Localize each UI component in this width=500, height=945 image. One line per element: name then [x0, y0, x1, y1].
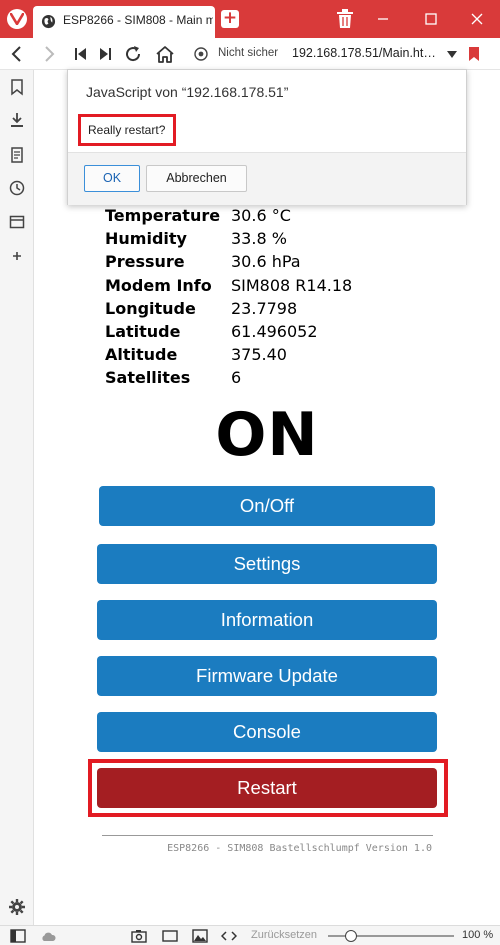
dialog-message-highlight: Really restart? — [78, 114, 176, 146]
downloads-icon[interactable] — [8, 111, 26, 129]
minimize-icon[interactable] — [370, 6, 396, 32]
tab-bar: ESP8266 - SIM808 - Main me + — [0, 0, 500, 38]
sensor-row: Latitude 61.496052 — [105, 322, 352, 345]
security-label: Nicht sicher — [218, 47, 279, 59]
code-icon[interactable] — [221, 929, 237, 943]
sensor-label: Pressure — [105, 252, 185, 272]
sensor-value: SIM808 R14.18 — [231, 275, 353, 295]
address-bar: Nicht sicher 192.168.178.51/Main.ht… — [0, 38, 500, 70]
active-tab[interactable]: ESP8266 - SIM808 - Main me — [33, 6, 215, 38]
status-bar: Zurücksetzen 100 % — [0, 925, 500, 945]
sensor-label: Humidity — [105, 229, 187, 249]
sensor-value: 61.496052 — [231, 321, 318, 341]
sensor-value: 375.40 — [231, 345, 287, 365]
firmware-update-button[interactable]: Firmware Update — [97, 656, 437, 696]
sensor-value: 6 — [231, 368, 242, 388]
sensor-row: Satellites 6 — [105, 368, 352, 391]
site-info-icon[interactable] — [194, 47, 208, 61]
url-text[interactable]: 192.168.178.51/Main.ht… — [292, 46, 442, 60]
bookmarks-icon[interactable] — [8, 78, 26, 96]
reload-icon[interactable] — [122, 43, 144, 65]
footer-version: ESP8266 - SIM808 Bastellschlumpf Version… — [167, 843, 432, 854]
chevron-down-icon[interactable] — [446, 49, 458, 59]
sensor-label: Latitude — [105, 321, 181, 341]
sensor-label: Modem Info — [105, 275, 212, 295]
notes-icon[interactable] — [8, 146, 26, 164]
camera-icon[interactable] — [131, 929, 147, 943]
sensor-value: 33.8 % — [231, 229, 287, 249]
ok-button[interactable]: OK — [84, 165, 140, 192]
history-icon[interactable] — [8, 179, 26, 197]
forward-icon[interactable] — [38, 43, 60, 65]
sensor-value: 30.6 °C — [231, 206, 291, 225]
sensor-table: Temperature 30.6 °C Humidity 33.8 % Pressure… — [105, 206, 352, 392]
tab-title: ESP8266 - SIM808 - Main me — [63, 13, 213, 27]
dialog-footer: OK Abbrechen — [68, 152, 466, 205]
sensor-row: Humidity 33.8 % — [105, 229, 352, 252]
dialog-message: Really restart? — [88, 123, 166, 137]
window-panel-icon[interactable] — [8, 213, 26, 231]
rewind-icon[interactable] — [70, 43, 92, 65]
close-icon[interactable] — [464, 6, 490, 32]
url-field[interactable]: Nicht sicher 192.168.178.51/Main.ht… — [186, 41, 494, 67]
sensor-label: Longitude — [105, 298, 196, 318]
tiling-icon[interactable] — [162, 929, 178, 943]
trash-icon[interactable] — [336, 9, 354, 29]
home-icon[interactable] — [154, 43, 176, 65]
sensor-row: Modem Info SIM808 R14.18 — [105, 276, 352, 299]
settings-button[interactable]: Settings — [97, 544, 437, 584]
sensor-row: Altitude 375.40 — [105, 345, 352, 368]
sensor-value: 23.7798 — [231, 298, 298, 318]
zoom-slider-thumb[interactable] — [345, 930, 358, 942]
image-icon[interactable] — [192, 929, 208, 943]
back-icon[interactable] — [6, 43, 28, 65]
fast-forward-icon[interactable] — [94, 43, 116, 65]
zoom-slider[interactable] — [328, 930, 454, 942]
zoom-level: 100 % — [462, 929, 494, 941]
sensor-label: Temperature — [105, 206, 221, 225]
on-off-button[interactable]: On/Off — [99, 486, 435, 526]
panel-toggle-icon[interactable] — [10, 929, 26, 943]
cancel-button[interactable]: Abbrechen — [146, 165, 247, 192]
zoom-reset-label[interactable]: Zurücksetzen — [251, 929, 317, 941]
settings-gear-icon[interactable] — [8, 898, 26, 916]
power-state: ON — [215, 400, 319, 470]
dialog-title: JavaScript von “192.168.178.51” — [86, 84, 289, 100]
restart-button[interactable]: Restart — [97, 768, 437, 808]
vivaldi-logo-icon[interactable] — [7, 9, 27, 29]
console-button[interactable]: Console — [97, 712, 437, 752]
footer-divider — [102, 835, 433, 836]
sensor-row: Temperature 30.6 °C — [105, 206, 352, 229]
bookmark-icon[interactable] — [468, 47, 480, 61]
new-tab-button[interactable]: + — [221, 10, 239, 28]
maximize-icon[interactable] — [418, 6, 444, 32]
side-panel — [0, 70, 34, 925]
sensor-label: Satellites — [105, 368, 191, 388]
sensor-label: Altitude — [105, 345, 178, 365]
globe-icon — [41, 14, 56, 29]
cloud-icon[interactable] — [40, 929, 56, 943]
sensor-row: Pressure 30.6 hPa — [105, 252, 352, 275]
information-button[interactable]: Information — [97, 600, 437, 640]
sensor-row: Longitude 23.7798 — [105, 299, 352, 322]
sensor-value: 30.6 hPa — [231, 252, 301, 272]
confirm-dialog: JavaScript von “192.168.178.51” Really r… — [67, 69, 467, 205]
add-panel-icon[interactable] — [8, 247, 26, 265]
